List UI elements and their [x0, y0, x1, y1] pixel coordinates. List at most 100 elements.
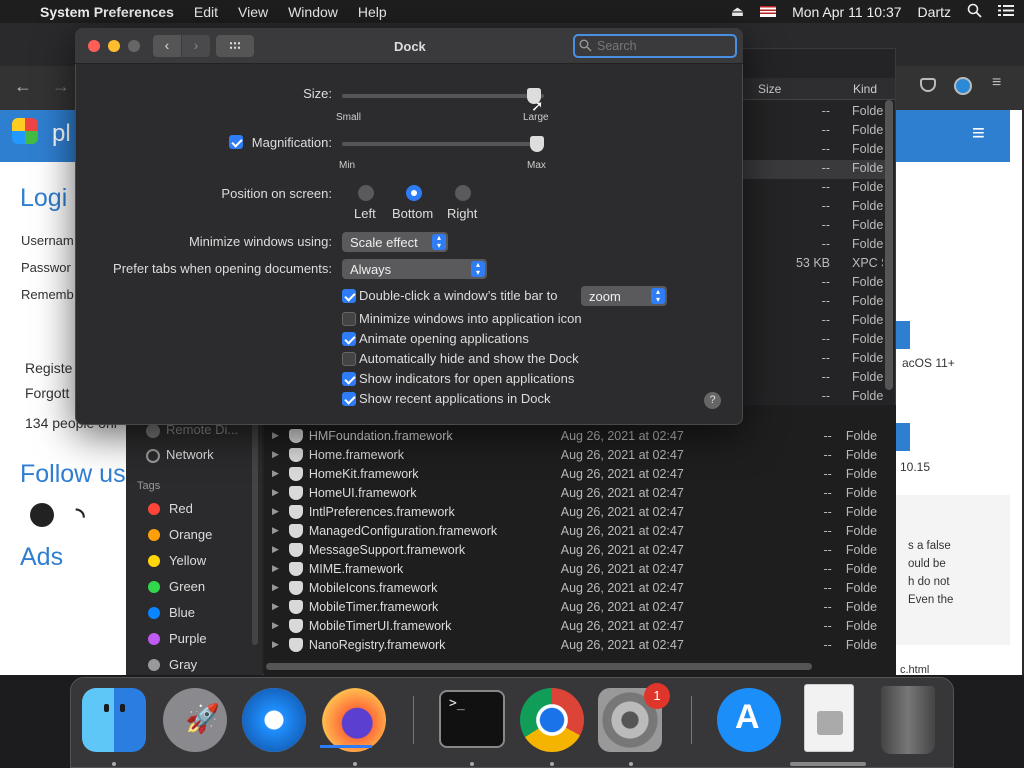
- chrome-icon[interactable]: [520, 688, 584, 752]
- table-row[interactable]: ▶ HomeKit.framework Aug 26, 2021 at 02:47 -…: [264, 464, 884, 483]
- position-bottom-radio[interactable]: [406, 185, 422, 201]
- table-row[interactable]: ▶ Home.framework Aug 26, 2021 at 02:47 -- Fo…: [264, 445, 884, 464]
- pocket-icon[interactable]: [920, 78, 936, 92]
- magnification-slider-track[interactable]: [342, 142, 544, 146]
- table-row[interactable]: ▶ MIME.framework Aug 26, 2021 at 02:47 -- Fo…: [264, 559, 884, 578]
- table-row[interactable]: ▶ HomeUI.framework Aug 26, 2021 at 02:47 --…: [264, 483, 884, 502]
- disclosure-triangle-icon[interactable]: ▶: [272, 430, 283, 441]
- option-label[interactable]: Show indicators for open applications: [359, 371, 574, 386]
- option-label[interactable]: Animate opening applications: [359, 331, 529, 346]
- position-right-label[interactable]: Right: [447, 206, 477, 221]
- sidebar-tag-red[interactable]: Red: [169, 501, 193, 516]
- table-row[interactable]: ▶ IntlPreferences.framework Aug 26, 2021 a…: [264, 502, 884, 521]
- forward-button[interactable]: ›: [182, 35, 210, 57]
- github-icon[interactable]: [30, 503, 54, 527]
- dock-resize-bar[interactable]: [790, 762, 866, 766]
- rss-icon[interactable]: ◝: [76, 503, 85, 529]
- menu-clock[interactable]: Mon Apr 11 10:37: [792, 4, 901, 20]
- doubleclick-action-popup[interactable]: zoom ▴ ▾: [581, 286, 667, 306]
- disclosure-triangle-icon[interactable]: ▶: [272, 506, 283, 517]
- menu-window[interactable]: Window: [288, 4, 338, 20]
- launchpad-icon[interactable]: 🚀: [163, 688, 227, 752]
- network-item[interactable]: Network: [146, 447, 214, 463]
- firefox-icon[interactable]: [322, 688, 386, 752]
- table-row[interactable]: ▶ ManagedConfiguration.framework Aug 26, 2…: [264, 521, 884, 540]
- help-button[interactable]: ?: [704, 392, 721, 409]
- browser-menu-icon[interactable]: ≡: [992, 74, 1001, 92]
- sidebar-tag-yellow[interactable]: Yellow: [169, 553, 206, 568]
- menu-view[interactable]: View: [238, 4, 268, 20]
- close-button[interactable]: [88, 40, 100, 52]
- trash-icon[interactable]: [881, 686, 935, 754]
- position-bottom-label[interactable]: Bottom: [392, 206, 433, 221]
- option-label[interactable]: Automatically hide and show the Dock: [359, 351, 579, 366]
- magnification-checkbox[interactable]: [229, 135, 243, 149]
- menu-help[interactable]: Help: [358, 4, 387, 20]
- size-slider-track[interactable]: [342, 94, 544, 98]
- prefer-tabs-popup[interactable]: Always ▴ ▾: [342, 259, 487, 279]
- terminal-icon[interactable]: >_: [439, 690, 505, 748]
- finder-icon[interactable]: [82, 688, 146, 752]
- sidebar-tag-orange[interactable]: Orange: [169, 527, 212, 542]
- forward-icon[interactable]: →: [52, 76, 70, 97]
- disclosure-triangle-icon[interactable]: ▶: [272, 468, 283, 479]
- magnification-slider-thumb[interactable]: [530, 136, 544, 152]
- table-row[interactable]: ▶ MessageSupport.framework Aug 26, 2021 at…: [264, 540, 884, 559]
- menu-app-name[interactable]: System Preferences: [40, 4, 174, 20]
- hamburger-icon[interactable]: ≡: [972, 120, 985, 146]
- minimize-button[interactable]: [108, 40, 120, 52]
- app-store-icon[interactable]: A: [717, 688, 781, 752]
- disclosure-triangle-icon[interactable]: ▶: [272, 563, 283, 574]
- option-label[interactable]: Show recent applications in Dock: [359, 391, 551, 406]
- register-link[interactable]: Registe: [25, 360, 72, 376]
- menu-edit[interactable]: Edit: [194, 4, 218, 20]
- position-right-radio[interactable]: [455, 185, 471, 201]
- minimize-effect-popup[interactable]: Scale effect ▴ ▾: [342, 232, 448, 252]
- site-logo-icon[interactable]: [12, 118, 38, 144]
- table-row[interactable]: ▶ MobileTimer.framework Aug 26, 2021 at 02…: [264, 597, 884, 616]
- site-logo-text[interactable]: pl: [52, 120, 71, 148]
- disclosure-triangle-icon[interactable]: ▶: [272, 487, 283, 498]
- sidebar-tag-blue[interactable]: Blue: [169, 605, 195, 620]
- back-button[interactable]: ‹: [153, 35, 181, 57]
- disclosure-triangle-icon[interactable]: ▶: [272, 449, 283, 460]
- flag-icon[interactable]: [760, 6, 777, 17]
- sidebar-tag-green[interactable]: Green: [169, 579, 205, 594]
- zoom-button[interactable]: [128, 40, 140, 52]
- option-checkbox[interactable]: [342, 352, 356, 366]
- column-kind[interactable]: Kind: [853, 82, 877, 96]
- blue-button-1[interactable]: [896, 321, 910, 349]
- extension-icon[interactable]: [954, 77, 972, 95]
- disclosure-triangle-icon[interactable]: ▶: [272, 639, 283, 650]
- finder-h-scrollbar[interactable]: [266, 663, 812, 670]
- spotlight-icon[interactable]: [967, 3, 982, 21]
- table-row[interactable]: ▶ MobileTimerUI.framework Aug 26, 2021 at …: [264, 616, 884, 635]
- search-field[interactable]: Search: [573, 34, 737, 58]
- table-row[interactable]: ▶ NanoRegistry.framework Aug 26, 2021 at 0…: [264, 635, 884, 654]
- sidebar-tag-gray[interactable]: Gray: [169, 657, 197, 672]
- control-center-icon[interactable]: [998, 4, 1014, 20]
- column-size[interactable]: Size: [758, 82, 781, 96]
- disclosure-triangle-icon[interactable]: ▶: [272, 582, 283, 593]
- menu-user[interactable]: Dartz: [918, 4, 951, 20]
- option-checkbox[interactable]: [342, 312, 356, 326]
- disclosure-triangle-icon[interactable]: ▶: [272, 601, 283, 612]
- finder-sidebar-scrollbar[interactable]: [252, 405, 258, 645]
- table-row[interactable]: ▶ HMFoundation.framework Aug 26, 2021 at 0…: [264, 426, 884, 445]
- disclosure-triangle-icon[interactable]: ▶: [272, 544, 283, 555]
- eject-icon[interactable]: ⏏: [731, 3, 744, 20]
- table-row[interactable]: ▶ MobileIcons.framework Aug 26, 2021 at 02…: [264, 578, 884, 597]
- show-all-button[interactable]: [216, 35, 254, 57]
- doubleclick-label[interactable]: Double-click a window’s title bar to: [359, 288, 557, 303]
- position-left-radio[interactable]: [358, 185, 374, 201]
- option-checkbox[interactable]: [342, 372, 356, 386]
- position-left-label[interactable]: Left: [354, 206, 376, 221]
- finder-scrollbar[interactable]: [885, 100, 893, 390]
- disclosure-triangle-icon[interactable]: ▶: [272, 620, 283, 631]
- option-label[interactable]: Minimize windows into application icon: [359, 311, 582, 326]
- forgot-link[interactable]: Forgott: [25, 385, 69, 401]
- option-checkbox[interactable]: [342, 332, 356, 346]
- option-checkbox[interactable]: [342, 392, 356, 406]
- disclosure-triangle-icon[interactable]: ▶: [272, 525, 283, 536]
- sidebar-tag-purple[interactable]: Purple: [169, 631, 207, 646]
